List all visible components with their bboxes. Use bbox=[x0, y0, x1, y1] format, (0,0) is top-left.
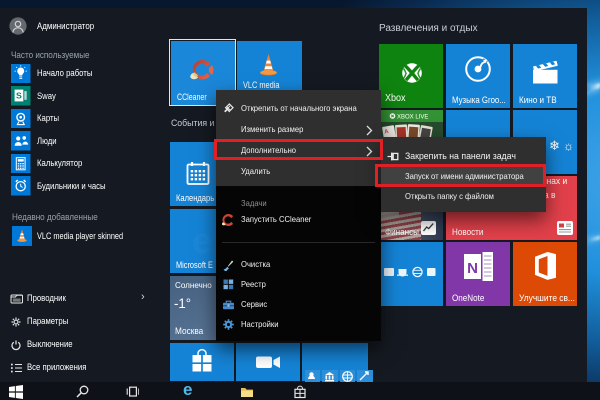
svg-text:❄: ❄ bbox=[549, 138, 560, 153]
svg-text:e: e bbox=[192, 220, 212, 261]
svg-text:N: N bbox=[467, 260, 478, 277]
svg-text:XBOX LIVE: XBOX LIVE bbox=[397, 114, 428, 120]
svg-text:☼: ☼ bbox=[563, 139, 574, 153]
svg-text:S: S bbox=[16, 91, 22, 101]
